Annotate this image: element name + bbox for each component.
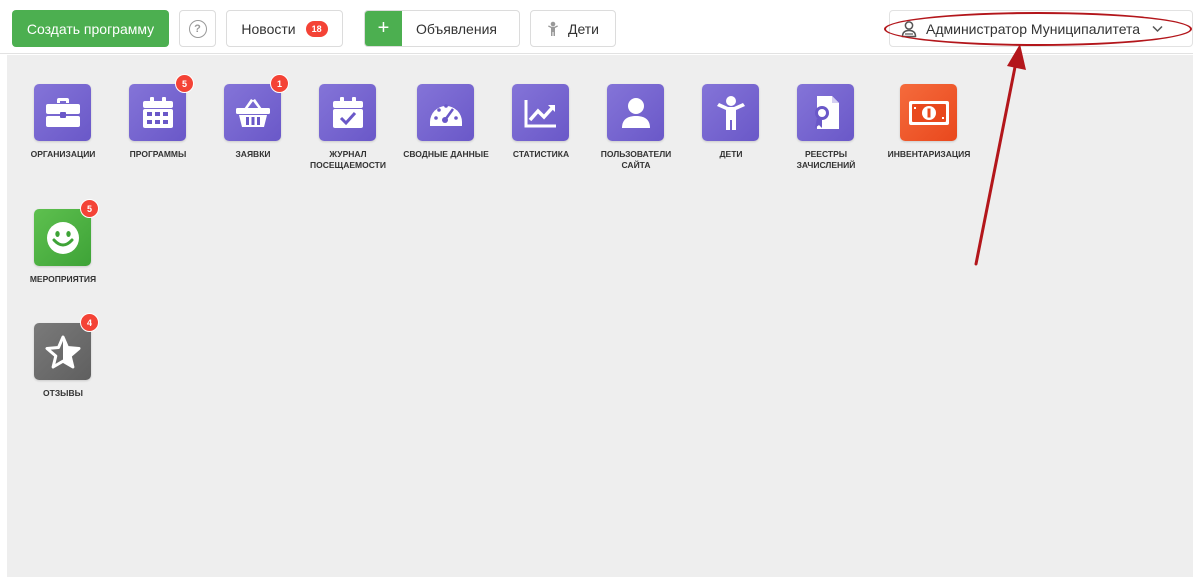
tile-label: Программы: [129, 149, 187, 159]
child-icon: [547, 21, 558, 36]
tile-badge: 4: [80, 313, 99, 332]
banknote-icon: [900, 84, 957, 141]
briefcase-icon: [34, 84, 91, 141]
calendar-grid-icon: [129, 84, 186, 141]
tile-label: Журнал посещаемости: [310, 149, 386, 170]
announcements-button[interactable]: + Объявления: [364, 10, 520, 47]
children-label: Дети: [567, 20, 600, 37]
help-button[interactable]: ?: [179, 10, 216, 47]
dashboard: Организации 5 Программы: [7, 55, 1193, 577]
chart-line-icon: [512, 84, 569, 141]
announcements-label: Объявления: [416, 20, 497, 37]
basket-icon: [224, 84, 281, 141]
child-icon: [702, 84, 759, 141]
tile-label: Реестры зачислений: [796, 149, 856, 170]
user-menu[interactable]: Администратор Муниципалитета: [889, 10, 1193, 47]
user-icon: [901, 20, 917, 37]
tile-label: Инвентаризация: [887, 149, 971, 159]
tile-label: Отзывы: [43, 388, 83, 398]
smiley-icon: [34, 209, 91, 266]
star-icon: [34, 323, 91, 380]
news-label: Новости: [241, 20, 296, 37]
tile-label: Организации: [30, 149, 96, 159]
top-bar: Создать программу ? Новости 18 + Объявле…: [0, 0, 1193, 54]
plus-icon[interactable]: +: [365, 11, 402, 46]
news-badge: 18: [305, 20, 328, 37]
news-button[interactable]: Новости 18: [226, 10, 343, 47]
chevron-down-icon[interactable]: [1152, 25, 1163, 33]
user-icon: [607, 84, 664, 141]
tile-label: Заявки: [235, 149, 271, 159]
help-icon: ?: [188, 19, 207, 38]
create-program-button[interactable]: Создать программу: [12, 10, 169, 47]
calendar-check-icon: [319, 84, 376, 141]
tile-label: Сводные данные: [403, 149, 489, 159]
tile-label: Мероприятия: [29, 274, 97, 284]
tile-badge: 5: [80, 199, 99, 218]
tile-badge: 1: [270, 74, 289, 93]
user-name: Администратор Муниципалитета: [926, 20, 1141, 37]
tile-label: Статистика: [512, 149, 570, 159]
gauge-icon: [417, 84, 474, 141]
children-button[interactable]: Дети: [530, 10, 616, 47]
tile-label: Дети: [719, 149, 743, 159]
tile-badge: 5: [175, 74, 194, 93]
tile-label: Пользователи сайта: [600, 149, 672, 170]
certificate-icon: [797, 84, 854, 141]
